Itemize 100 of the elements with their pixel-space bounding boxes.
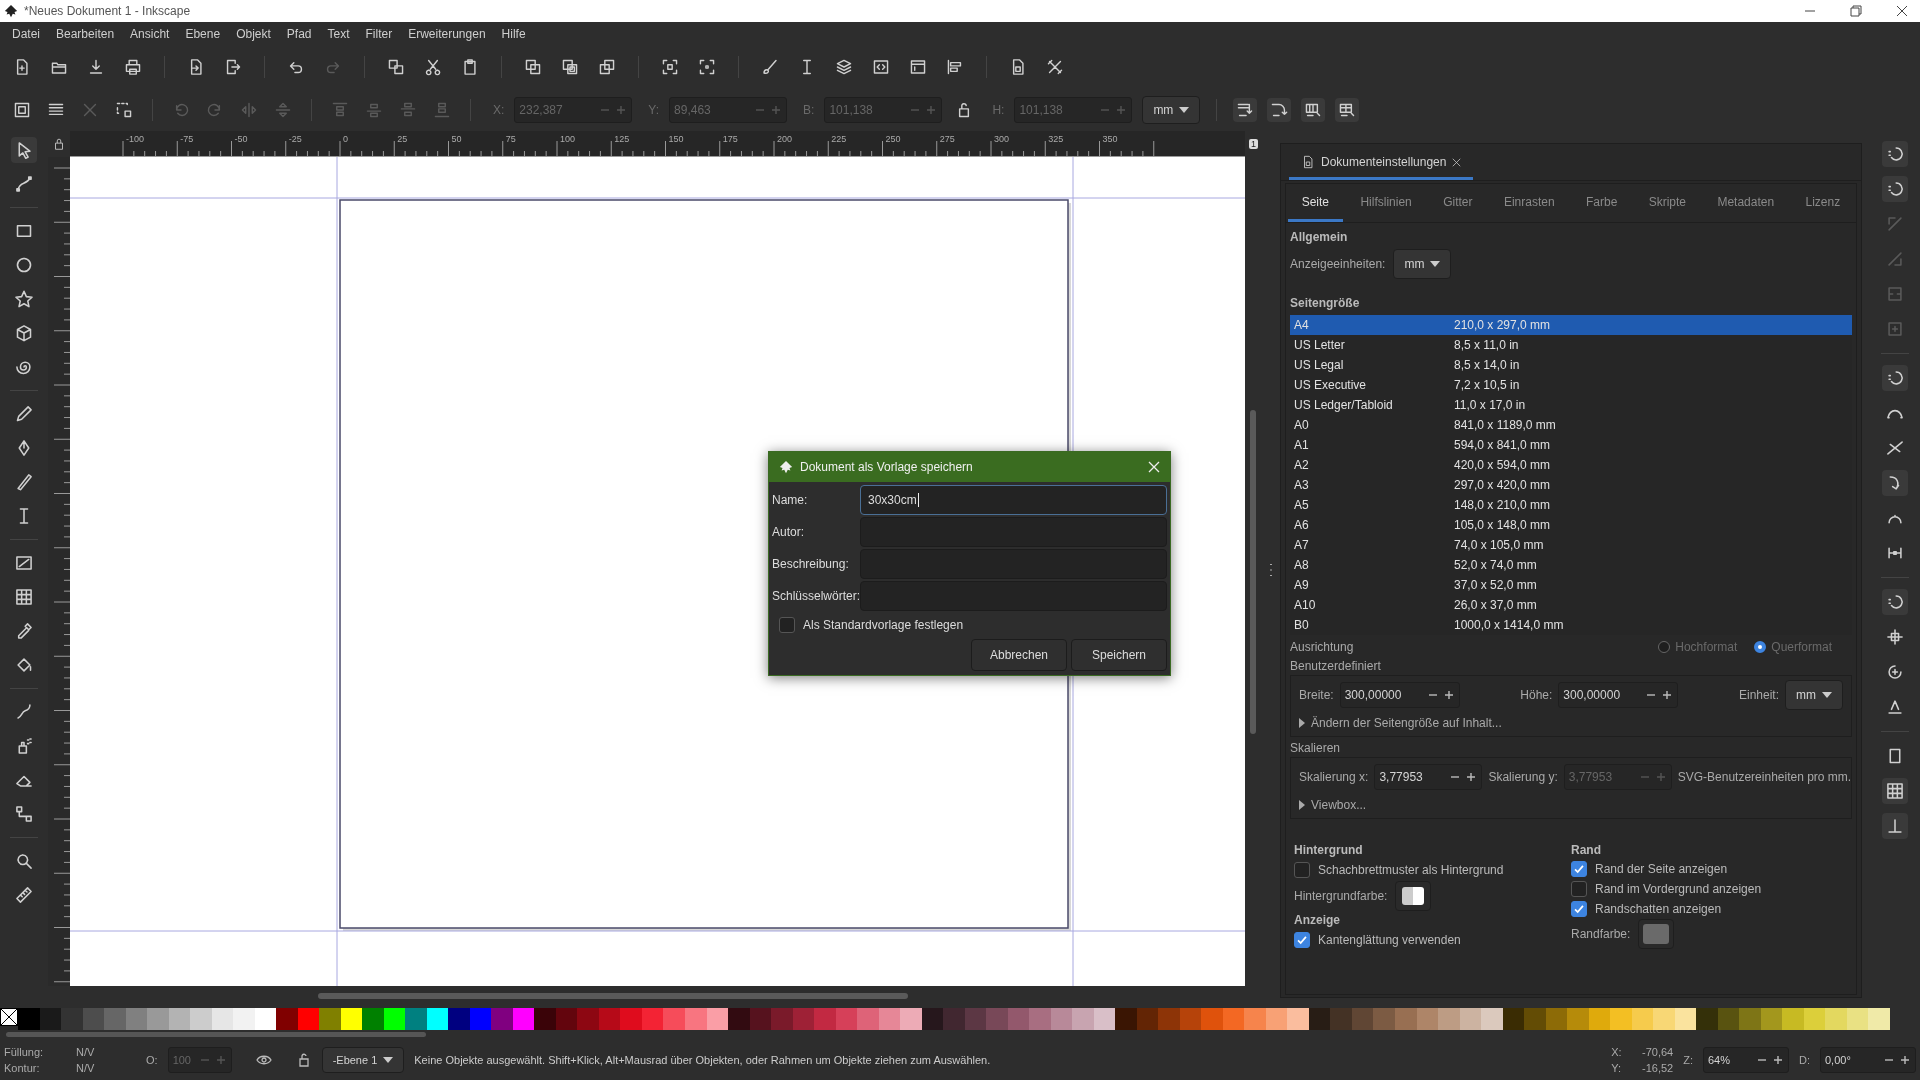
page-size-name: A2: [1294, 458, 1310, 472]
canvas[interactable]: Dokument als Vorlage speichern Name: 30x30cm Autor: Beschreibung: Schlüsselwörter: Als Standardvorlage festlegen Abbrechen Speichern: [70, 157, 1245, 986]
tab[interactable]: Lizenz: [1791, 184, 1855, 222]
page-size-dimensions: 210,0 x 297,0 mm: [1454, 318, 1551, 332]
list-row[interactable]: A8 52,0 x 74,0 mm: [1290, 555, 1852, 575]
field-label: Name:: [772, 493, 809, 507]
list-row[interactable]: A7 74,0 x 105,0 mm: [1290, 535, 1852, 555]
tab[interactable]: Metadaten: [1703, 184, 1789, 222]
section-heading: Benutzerdefiniert: [1290, 659, 1382, 675]
coordinate-value: -16,52: [1641, 1062, 1674, 1074]
field-label: Randfarbe:: [1571, 927, 1631, 941]
page-size-dimensions: 26,0 x 37,0 mm: [1454, 598, 1537, 612]
layer-dropdown[interactable]: -Ebene 1: [321, 1047, 405, 1073]
coordinate-value: -70,64: [1641, 1046, 1674, 1058]
dialog-title: Dokument als Vorlage speichern: [800, 460, 973, 474]
field-label: Breite:: [1299, 688, 1334, 702]
checkbox-label: Kantenglättung verwenden: [1318, 933, 1461, 947]
ruler-label: 200: [777, 134, 793, 144]
page-size-name: US Legal: [1294, 358, 1345, 372]
list-row[interactable]: A6 105,0 x 148,0 mm: [1290, 515, 1852, 535]
coordinate-label: Y:: [1611, 1062, 1622, 1074]
field-label: Beschreibung:: [772, 557, 850, 571]
page-size-name: A4: [1294, 318, 1310, 332]
ruler-label: 125: [614, 134, 630, 144]
page-number-badge[interactable]: 1: [1249, 139, 1258, 149]
radio-label: Hochformat: [1675, 640, 1738, 654]
text-field[interactable]: 30x30cm: [860, 485, 1167, 515]
status-message: Keine Objekte ausgewählt. Shift+Klick, Alt+Mausrad über Objekten, oder Rahmen um Objekte ziehen zum Auswählen.: [414, 1054, 991, 1066]
list-row[interactable]: US Executive 7,2 x 10,5 in: [1290, 375, 1852, 395]
list-row[interactable]: A3 297,0 x 420,0 mm: [1290, 475, 1852, 495]
menu-item[interactable]: Erweiterungen: [400, 26, 494, 41]
stroke-label: Kontur:: [4, 1062, 41, 1074]
list-row[interactable]: US Ledger/Tabloid 11,0 x 17,0 in: [1290, 395, 1852, 415]
field-label: Höhe:: [1520, 688, 1553, 702]
panel-tab[interactable]: Dokumenteinstellungen: [1289, 155, 1474, 180]
tab[interactable]: Skripte: [1634, 184, 1701, 222]
tab[interactable]: Seite: [1287, 184, 1344, 222]
list-row[interactable]: A9 37,0 x 52,0 mm: [1290, 575, 1852, 595]
field-label: X:: [493, 103, 505, 117]
tab[interactable]: Einrasten: [1489, 184, 1569, 222]
dialog-button[interactable]: Speichern: [1071, 639, 1167, 671]
expander[interactable]: Viewbox...: [1299, 794, 1843, 816]
page-size-name: B0: [1294, 618, 1310, 632]
menu-item[interactable]: Text: [319, 26, 358, 41]
list-row[interactable]: A0 841,0 x 1189,0 mm: [1290, 415, 1852, 435]
list-row[interactable]: A5 148,0 x 210,0 mm: [1290, 495, 1852, 515]
list-row[interactable]: US Letter 8,5 x 11,0 in: [1290, 335, 1852, 355]
menu-item[interactable]: Bearbeiten: [48, 26, 123, 41]
ruler-label: 275: [939, 134, 955, 144]
checkbox-label: Schachbrettmuster als Hintergrund: [1318, 863, 1504, 877]
page-size-dimensions: 297,0 x 420,0 mm: [1454, 478, 1551, 492]
expander[interactable]: Ändern der Seitengröße auf Inhalt...: [1299, 712, 1843, 734]
page-size-name: A8: [1294, 558, 1310, 572]
unit-dropdown[interactable]: mm: [1785, 680, 1843, 710]
section-heading: Skalieren: [1290, 741, 1342, 757]
list-row[interactable]: A1 594,0 x 841,0 mm: [1290, 435, 1852, 455]
ruler-label: 50: [451, 134, 462, 144]
menu-item[interactable]: Ansicht: [122, 26, 178, 41]
menu-item[interactable]: Objekt: [228, 26, 279, 41]
section-heading: Seitengröße: [1290, 295, 1361, 312]
list-row[interactable]: A4 210,0 x 297,0 mm: [1290, 315, 1852, 335]
menu-item[interactable]: Datei: [4, 26, 48, 41]
field-label: Einheit:: [1738, 688, 1779, 702]
page-size-dimensions: 11,0 x 17,0 in: [1454, 398, 1526, 412]
fill-label: Füllung:: [4, 1046, 45, 1058]
menu-item[interactable]: Ebene: [177, 26, 229, 41]
list-row[interactable]: US Legal 8,5 x 14,0 in: [1290, 355, 1852, 375]
page-size-name: A7: [1294, 538, 1310, 552]
page-size-dimensions: 420,0 x 594,0 mm: [1454, 458, 1551, 472]
checkbox-label: Rand im Vordergrund anzeigen: [1595, 882, 1762, 896]
number-field[interactable]: 64%: [1703, 1047, 1789, 1073]
field-label: Ausrichtung: [1290, 640, 1354, 654]
field-label: Skalierung y:: [1488, 770, 1558, 784]
list-row[interactable]: A10 26,0 x 37,0 mm: [1290, 595, 1852, 615]
number-field[interactable]: 300,00000: [1558, 682, 1679, 708]
ruler-label: 225: [831, 134, 847, 144]
ruler-label: 325: [1048, 134, 1064, 144]
number-field[interactable]: 0,00°: [1820, 1047, 1916, 1073]
checkbox-label: Als Standardvorlage festlegen: [803, 618, 964, 632]
page-size-dimensions: 7,2 x 10,5 in: [1454, 378, 1520, 392]
field-label: Y:: [648, 103, 660, 117]
page-size-name: US Executive: [1294, 378, 1368, 392]
page-size-dimensions: 8,5 x 14,0 in: [1454, 358, 1520, 372]
number-field[interactable]: 3,77953: [1374, 764, 1483, 790]
dialog-button[interactable]: Abbrechen: [971, 639, 1067, 671]
ruler-label: -25: [288, 134, 302, 144]
number-field[interactable]: 300,00000: [1339, 682, 1460, 708]
unit-dropdown[interactable]: mm: [1393, 249, 1452, 279]
page-size-dimensions: 594,0 x 841,0 mm: [1454, 438, 1551, 452]
list-row[interactable]: B0 1000,0 x 1414,0 mm: [1290, 615, 1852, 635]
tab[interactable]: Hilfslinien: [1346, 184, 1426, 222]
stroke-value: N/V: [76, 1062, 96, 1074]
menu-item[interactable]: Hilfe: [493, 26, 534, 41]
menu-item[interactable]: Pfad: [278, 26, 320, 41]
tab[interactable]: Farbe: [1571, 184, 1632, 222]
section-heading: Anzeige: [1294, 912, 1341, 929]
ruler-label: -100: [126, 134, 144, 144]
menu-item[interactable]: Filter: [357, 26, 401, 41]
list-row[interactable]: A2 420,0 x 594,0 mm: [1290, 455, 1852, 475]
tab[interactable]: Gitter: [1429, 184, 1487, 222]
